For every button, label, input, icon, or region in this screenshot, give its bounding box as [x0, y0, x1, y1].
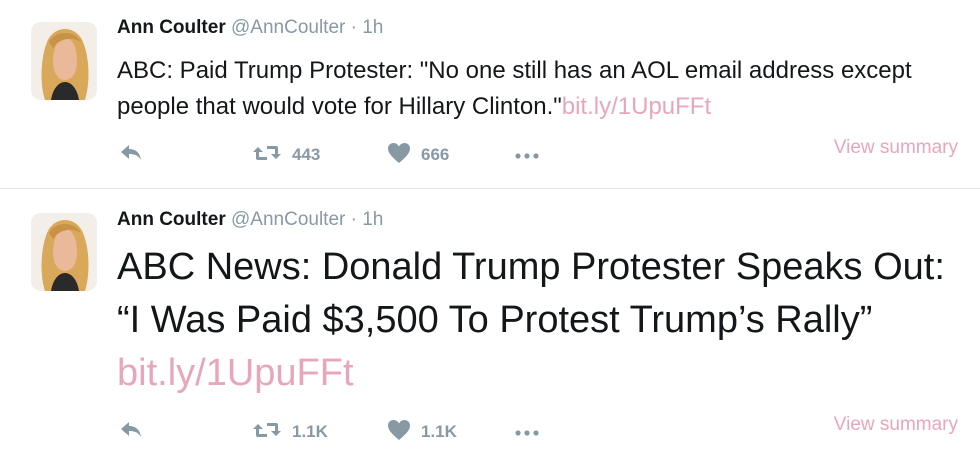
retweet-count: 443 [292, 145, 321, 164]
tweet[interactable]: Ann Coulter @AnnCoulter · 1h ABC News: D… [0, 189, 980, 460]
tweet-actions: 443 666 [117, 140, 557, 170]
reply-button[interactable] [119, 140, 143, 170]
tweet-actions: 1.1K 1.1K [117, 417, 557, 447]
like-count: 1.1K [421, 422, 457, 441]
reply-icon [119, 420, 143, 445]
tweet-text: ABC News: Donald Trump Protester Speaks … [117, 241, 962, 400]
tweet-link[interactable]: bit.ly/1UpuFFt [562, 93, 711, 120]
retweet-button[interactable]: 1.1K [252, 417, 328, 447]
tweet[interactable]: Ann Coulter @AnnCoulter · 1h ABC: Paid T… [0, 0, 980, 188]
tweet-text-content: ABC: Paid Trump Protester: "No one still… [117, 57, 912, 120]
more-button[interactable] [515, 140, 539, 170]
heart-icon [387, 419, 411, 446]
author-handle[interactable]: @AnnCoulter [231, 17, 345, 38]
author-handle[interactable]: @AnnCoulter [231, 209, 345, 230]
tweet-link[interactable]: bit.ly/1UpuFFt [117, 352, 354, 394]
separator: · [350, 17, 357, 38]
retweet-count: 1.1K [292, 422, 328, 441]
tweet-text-content: ABC News: Donald Trump Protester Speaks … [117, 246, 945, 341]
retweet-button[interactable]: 443 [252, 140, 320, 170]
avatar[interactable] [31, 22, 97, 100]
heart-icon [387, 142, 411, 169]
tweet-header: Ann Coulter @AnnCoulter · 1h [117, 209, 383, 231]
separator: · [350, 209, 357, 230]
more-button[interactable] [515, 417, 539, 447]
timestamp[interactable]: 1h [362, 17, 383, 38]
timestamp[interactable]: 1h [362, 209, 383, 230]
like-button[interactable]: 666 [387, 140, 449, 170]
reply-button[interactable] [119, 417, 143, 447]
like-button[interactable]: 1.1K [387, 417, 457, 447]
view-summary-link[interactable]: View summary [834, 414, 958, 436]
avatar[interactable] [31, 213, 97, 291]
view-summary-link[interactable]: View summary [834, 137, 958, 159]
author-name[interactable]: Ann Coulter [117, 209, 226, 230]
more-icon [515, 422, 539, 442]
like-count: 666 [421, 145, 450, 164]
tweet-text: ABC: Paid Trump Protester: "No one still… [117, 53, 962, 125]
tweet-header: Ann Coulter @AnnCoulter · 1h [117, 17, 383, 39]
reply-icon [119, 143, 143, 168]
retweet-icon [252, 420, 282, 445]
retweet-icon [252, 143, 282, 168]
author-name[interactable]: Ann Coulter [117, 17, 226, 38]
more-icon [515, 145, 539, 165]
